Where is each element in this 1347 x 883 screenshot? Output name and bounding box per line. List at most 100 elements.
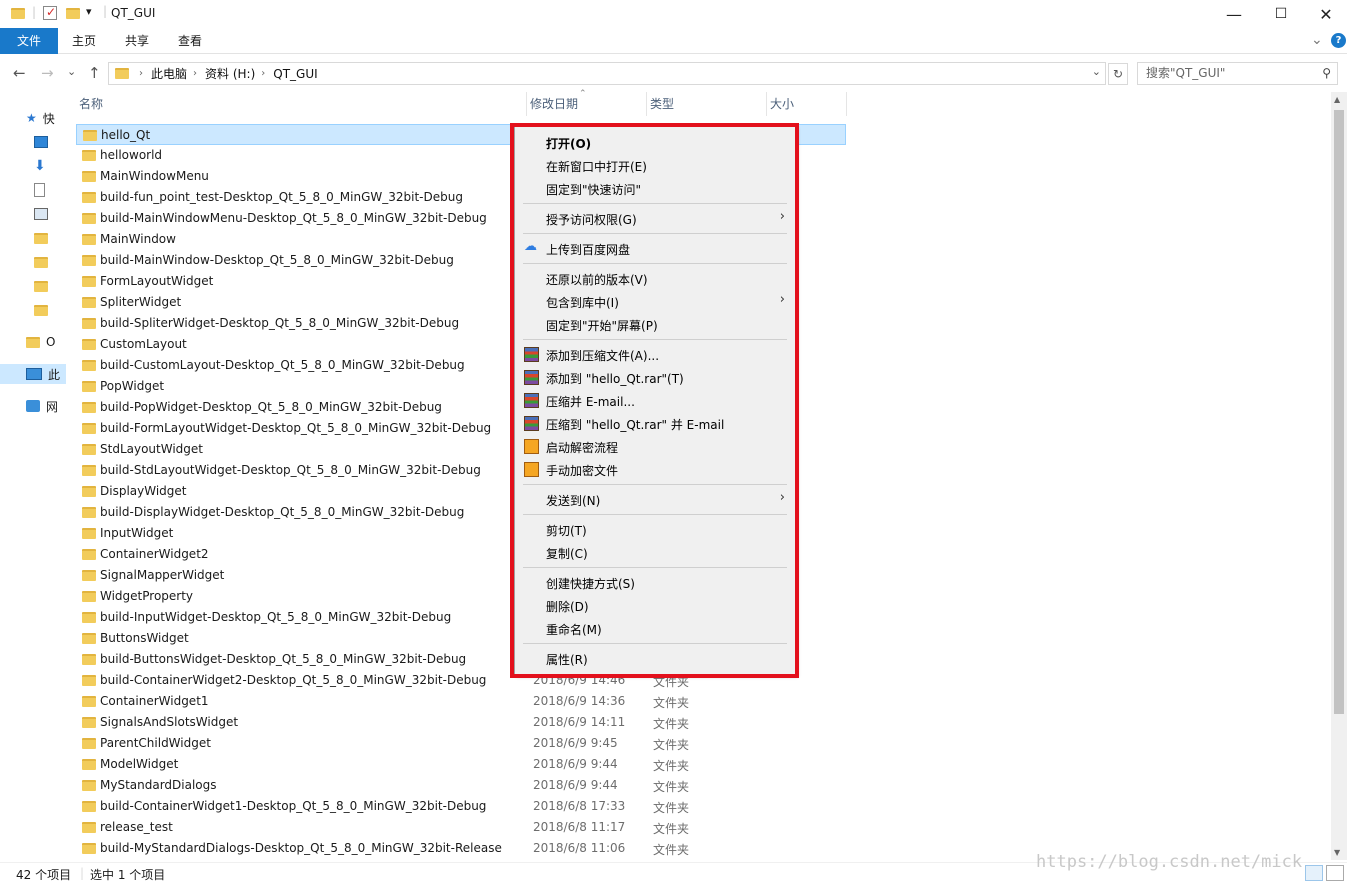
scrollbar-thumb[interactable] — [1334, 110, 1344, 714]
tab-home[interactable]: 主页 — [60, 28, 108, 54]
menu-item[interactable]: 重命名(M) — [515, 617, 795, 639]
folder-icon — [34, 280, 48, 292]
breadcrumb-drive[interactable]: 资料 (H:) — [205, 65, 255, 82]
file-row[interactable]: MyStandardDialogs 2018/6/9 9:44 文件夹 — [76, 775, 846, 796]
quick-access-dropdown[interactable]: ▾ — [86, 5, 92, 18]
file-date: 2018/6/8 11:17 — [533, 820, 626, 834]
breadcrumb-folder[interactable]: QT_GUI — [273, 67, 317, 81]
nav-pictures[interactable] — [34, 204, 54, 224]
nav-downloads[interactable]: ⬇ — [34, 156, 52, 176]
folder-icon — [82, 612, 96, 623]
file-name: ButtonsWidget — [100, 631, 189, 645]
menu-item[interactable]: 固定到"快速访问" — [515, 177, 795, 199]
refresh-button[interactable]: ↻ — [1108, 63, 1128, 85]
menu-item[interactable]: 添加到压缩文件(A)... — [515, 343, 795, 365]
menu-item[interactable]: 剪切(T) — [515, 518, 795, 540]
ribbon-expand-icon[interactable]: ⌄ — [1311, 32, 1323, 48]
column-header-name[interactable]: 名称 — [76, 92, 527, 116]
column-header-date[interactable]: 修改日期 ⌃ — [527, 89, 647, 116]
vertical-scrollbar[interactable]: ▲ ▼ — [1331, 92, 1347, 860]
menu-item[interactable]: ☁ 上传到百度网盘 — [515, 237, 795, 259]
tab-share[interactable]: 共享 — [113, 28, 161, 54]
column-header-size[interactable]: 大小 — [767, 92, 847, 116]
menu-item-label: 属性(R) — [546, 653, 588, 667]
folder-icon — [82, 339, 96, 350]
recent-locations-button[interactable]: ⌄ — [67, 65, 76, 78]
menu-item[interactable]: 复制(C) — [515, 541, 795, 563]
context-menu: 打开(O) 在新窗口中打开(E) 固定到"快速访问" 授予访问权限(G) › ☁ 上传到百度… — [514, 126, 796, 675]
nav-folder-2[interactable] — [34, 252, 48, 272]
help-icon[interactable]: ? — [1331, 33, 1346, 48]
maximize-button[interactable]: ☐ — [1258, 0, 1304, 28]
file-row[interactable]: ContainerWidget1 2018/6/9 14:36 文件夹 — [76, 691, 846, 712]
nav-folder-3[interactable] — [34, 276, 48, 296]
menu-item[interactable]: 授予访问权限(G) › — [515, 207, 795, 229]
file-row[interactable]: build-ContainerWidget1-Desktop_Qt_5_8_0_… — [76, 796, 846, 817]
file-name: build-StdLayoutWidget-Desktop_Qt_5_8_0_M… — [100, 463, 481, 477]
menu-item[interactable]: 删除(D) — [515, 594, 795, 616]
nav-desktop[interactable] — [34, 132, 54, 152]
nav-quick-access[interactable]: ★ 快 — [26, 108, 55, 128]
file-name: CustomLayout — [100, 337, 187, 351]
folder-icon — [82, 213, 96, 224]
file-row[interactable]: SignalsAndSlotsWidget 2018/6/9 14:11 文件夹 — [76, 712, 846, 733]
file-name: ParentChildWidget — [100, 736, 211, 750]
nav-folder-4[interactable] — [34, 300, 48, 320]
back-button[interactable]: ← — [13, 64, 26, 82]
nav-onedrive[interactable]: O — [26, 332, 55, 352]
tab-view[interactable]: 查看 — [166, 28, 214, 54]
menu-separator — [523, 263, 787, 264]
menu-item[interactable]: 打开(O) — [515, 131, 795, 153]
address-bar[interactable]: › 此电脑 › 资料 (H:) › QT_GUI ⌄ — [108, 62, 1106, 85]
up-button[interactable]: ↑ — [88, 64, 101, 82]
minimize-button[interactable]: — — [1211, 0, 1257, 28]
file-name: build-ButtonsWidget-Desktop_Qt_5_8_0_Min… — [100, 652, 467, 666]
file-row[interactable]: build-MyStandardDialogs-Desktop_Qt_5_8_0… — [76, 838, 846, 859]
file-row[interactable]: ModelWidget 2018/6/9 9:44 文件夹 — [76, 754, 846, 775]
menu-item[interactable]: 属性(R) — [515, 647, 795, 669]
nav-folder-1[interactable] — [34, 228, 48, 248]
file-row[interactable]: release_test 2018/6/8 11:17 文件夹 — [76, 817, 846, 838]
search-input[interactable]: 搜索"QT_GUI" ⚲ — [1137, 62, 1338, 85]
scroll-up-icon[interactable]: ▲ — [1334, 95, 1340, 104]
breadcrumb-this-pc[interactable]: 此电脑 — [151, 65, 187, 82]
nav-documents[interactable] — [34, 180, 51, 200]
new-folder-icon[interactable] — [66, 8, 80, 19]
menu-item[interactable]: 压缩到 "hello_Qt.rar" 并 E-mail — [515, 412, 795, 434]
folder-icon — [82, 528, 96, 539]
details-view-button[interactable] — [1305, 865, 1323, 881]
folder-icon — [82, 360, 96, 371]
folder-icon — [26, 336, 40, 348]
file-row[interactable]: ParentChildWidget 2018/6/9 9:45 文件夹 — [76, 733, 846, 754]
large-icons-view-button[interactable] — [1326, 865, 1344, 881]
menu-item[interactable]: 手动加密文件 — [515, 458, 795, 480]
nav-this-pc[interactable]: 此 — [0, 364, 66, 384]
folder-icon — [34, 232, 48, 244]
forward-button[interactable]: → — [41, 64, 54, 82]
breadcrumb-separator[interactable]: › — [193, 68, 197, 79]
breadcrumb-separator[interactable]: › — [261, 68, 265, 79]
menu-item[interactable]: 添加到 "hello_Qt.rar"(T) — [515, 366, 795, 388]
navigation-pane: ★ 快 ⬇ O 此 网 — [0, 90, 66, 860]
menu-item[interactable]: 发送到(N) › — [515, 488, 795, 510]
nav-network[interactable]: 网 — [26, 396, 58, 416]
menu-item[interactable]: 压缩并 E-mail... — [515, 389, 795, 411]
close-button[interactable]: ✕ — [1303, 0, 1347, 28]
folder-icon[interactable] — [11, 8, 25, 19]
menu-item[interactable]: 创建快捷方式(S) — [515, 571, 795, 593]
submenu-arrow-icon: › — [779, 209, 785, 224]
menu-item[interactable]: 启动解密流程 — [515, 435, 795, 457]
tab-file[interactable]: 文件 — [0, 28, 58, 54]
menu-item[interactable]: 还原以前的版本(V) — [515, 267, 795, 289]
menu-item[interactable]: 固定到"开始"屏幕(P) — [515, 313, 795, 335]
folder-icon — [82, 297, 96, 308]
scroll-down-icon[interactable]: ▼ — [1334, 848, 1340, 857]
search-icon: ⚲ — [1322, 66, 1331, 80]
column-header-type[interactable]: 类型 — [647, 92, 767, 116]
menu-separator — [523, 203, 787, 204]
folder-icon — [82, 465, 96, 476]
address-dropdown[interactable]: ⌄ — [1092, 65, 1101, 78]
menu-item[interactable]: 包含到库中(I) › — [515, 290, 795, 312]
properties-icon[interactable]: ✓ — [43, 5, 57, 20]
menu-item[interactable]: 在新窗口中打开(E) — [515, 154, 795, 176]
